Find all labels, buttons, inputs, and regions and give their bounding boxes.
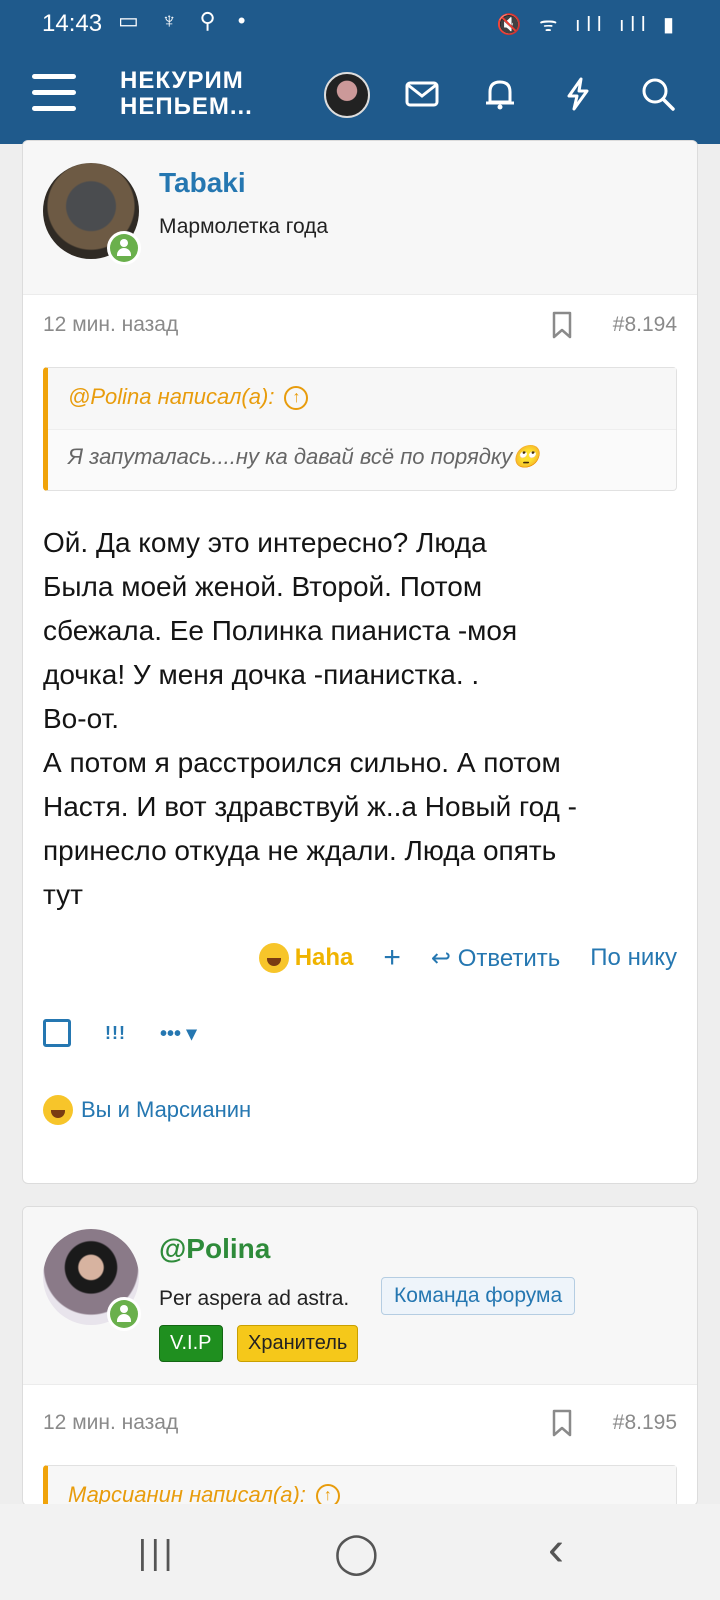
message-line: Во-от.: [43, 703, 120, 734]
user-title: Per aspera ad astra.: [159, 1287, 350, 1310]
post-card: Tabaki Мармолетка года 12 мин. назад #8.…: [22, 140, 698, 1184]
post-time[interactable]: 12 мин. назад: [43, 1411, 178, 1434]
reaction-label: Haha: [294, 944, 354, 971]
post-message: Ой. Да кому это интересно? Люда Была мое…: [43, 521, 677, 917]
status-bar: 14:43 ▭ ♆ ⚲ • 🔇 ᯤ ıll ıll ▮: [0, 0, 720, 46]
reply-by-nick-button[interactable]: По нику: [590, 944, 677, 972]
navbar: НЕКУРИМ НЕПЬЕМ...: [0, 60, 720, 144]
logo-line-2: НЕПЬЕМ...: [120, 93, 253, 120]
more-options-button[interactable]: ••• ▾: [160, 1021, 197, 1046]
post-time[interactable]: 12 мин. назад: [43, 313, 178, 336]
quote-block: Марсианин написал(а): ↑: [43, 1465, 677, 1505]
username[interactable]: @Polina: [159, 1233, 270, 1265]
status-system-icons: 🔇 ᯤ ıll ıll ▮: [496, 14, 680, 36]
envelope-icon[interactable]: [402, 74, 442, 114]
recent-apps-button[interactable]: |||: [138, 1534, 177, 1573]
quote-text: Я запуталась....ну ка давай всё по поряд…: [68, 444, 540, 469]
reactions-summary[interactable]: Вы и Марсианин: [43, 1095, 251, 1125]
username[interactable]: Tabaki: [159, 167, 246, 199]
message-line: дочка! У меня дочка -пианистка. .: [43, 659, 480, 690]
vip-badge: V.I.P: [159, 1325, 223, 1362]
bookmark-icon[interactable]: [551, 1409, 573, 1437]
add-reaction-button[interactable]: +: [383, 941, 401, 975]
select-checkbox[interactable]: [43, 1019, 71, 1047]
online-status-icon: [107, 231, 141, 265]
quote-header[interactable]: @Polina написал(а): ↑: [48, 368, 676, 430]
quote-author[interactable]: @Polina написал(а):: [68, 384, 274, 409]
reply-arrow-icon: ↩: [430, 944, 452, 972]
app-header: 14:43 ▭ ♆ ⚲ • 🔇 ᯤ ıll ıll ▮ НЕКУРИМ НЕПЬ…: [0, 0, 720, 144]
logo-line-1: НЕКУРИМ: [120, 67, 244, 94]
arrow-up-icon[interactable]: ↑: [284, 386, 309, 411]
laughing-emoji-icon: [258, 943, 289, 973]
post-tools: !!! ••• ▾: [43, 1019, 197, 1047]
reply-label: Ответить: [457, 944, 561, 972]
message-line: Была моей женой. Второй. Потом: [43, 571, 483, 602]
status-notification-icons: ▭ ♆ ⚲ •: [118, 8, 254, 33]
search-icon[interactable]: [638, 74, 678, 114]
user-avatar[interactable]: [43, 163, 141, 265]
lightning-icon[interactable]: [558, 74, 598, 114]
arrow-up-icon[interactable]: ↑: [315, 1484, 340, 1505]
staff-banner: Команда форума: [381, 1277, 576, 1315]
site-logo[interactable]: НЕКУРИМ НЕПЬЕМ...: [120, 68, 253, 120]
post-user-block: Tabaki Мармолетка года: [23, 141, 697, 295]
post-number[interactable]: #8.194: [613, 313, 677, 337]
home-button[interactable]: ◯: [334, 1530, 379, 1576]
post-number[interactable]: #8.195: [613, 1411, 677, 1435]
reply-button[interactable]: ↩ Ответить: [431, 944, 560, 973]
quote-block: @Polina написал(а): ↑ Я запуталась....ну …: [43, 367, 677, 491]
report-button[interactable]: !!!: [105, 1023, 126, 1044]
keeper-badge: Хранитель: [237, 1325, 359, 1362]
message-line: А потом я расстроился сильно. А потом: [43, 747, 561, 778]
message-line: тут: [43, 879, 83, 910]
quote-author[interactable]: Марсианин написал(а):: [68, 1482, 306, 1505]
quote-header[interactable]: Марсианин написал(а): ↑: [48, 1466, 676, 1505]
message-line: Ой. Да кому это интересно? Люда: [43, 527, 487, 558]
account-avatar[interactable]: [324, 72, 370, 118]
bookmark-icon[interactable]: [551, 311, 573, 339]
post-card: @Polina Per aspera ad astra. Команда фор…: [22, 1206, 698, 1506]
back-button[interactable]: ‹: [548, 1522, 564, 1577]
message-line: сбежала. Ее Полинка пианиста -моя: [43, 615, 518, 646]
laughing-emoji-icon: [43, 1095, 73, 1125]
user-avatar[interactable]: [43, 1229, 141, 1331]
system-nav-bar: ||| ◯ ‹: [0, 1504, 720, 1600]
message-line: принесло откуда не ждали. Люда опять: [43, 835, 557, 866]
message-line: Настя. И вот здравствуй ж..а Новый год -: [43, 791, 577, 822]
bell-icon[interactable]: [480, 74, 520, 114]
post-meta: 12 мин. назад #8.194: [43, 311, 677, 339]
user-title: Мармолетка года: [159, 215, 329, 238]
reaction-button[interactable]: Haha: [258, 943, 354, 973]
post-actions: Haha + ↩ Ответить По нику: [258, 941, 677, 975]
menu-icon[interactable]: [32, 74, 76, 114]
post-meta: 12 мин. назад #8.195: [43, 1409, 677, 1437]
status-time: 14:43: [42, 10, 103, 37]
reactions-users[interactable]: Вы и Марсианин: [81, 1097, 251, 1123]
online-status-icon: [107, 1297, 141, 1331]
post-user-block: @Polina Per aspera ad astra. Команда фор…: [23, 1207, 697, 1385]
